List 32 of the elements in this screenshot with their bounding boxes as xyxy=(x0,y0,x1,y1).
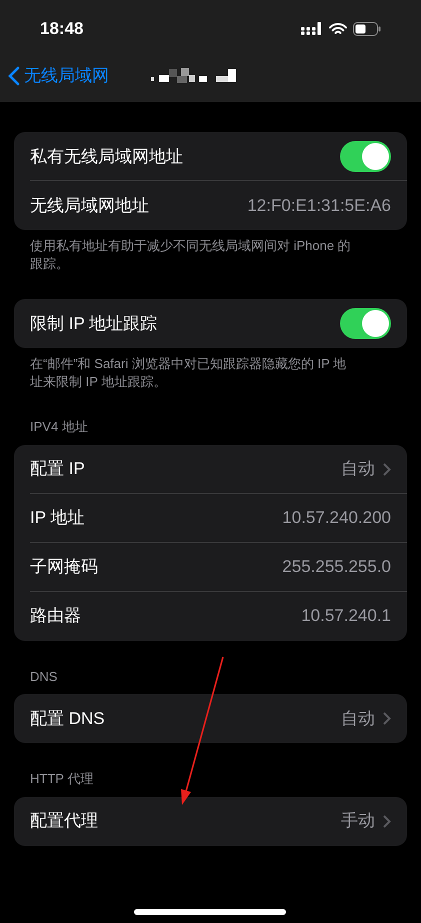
signal-icon xyxy=(301,22,323,36)
row-label: 配置代理 xyxy=(30,810,98,832)
row-value: 12:F0:E1:31:5E:A6 xyxy=(247,194,391,217)
row-value: 手动 xyxy=(341,810,375,832)
row-label: 路由器 xyxy=(30,605,81,628)
wifi-icon xyxy=(329,22,347,36)
back-button[interactable]: 无线局域网 xyxy=(8,63,109,89)
row-label: 限制 IP 地址跟踪 xyxy=(30,312,158,335)
row-label: 无线局域网地址 xyxy=(30,194,149,217)
section-header: DNS xyxy=(29,668,58,686)
row-value: 自动 xyxy=(341,458,375,480)
toggle-switch[interactable] xyxy=(340,141,391,172)
row-value: 10.57.240.200 xyxy=(282,507,391,530)
section-footer: 使用私有地址有助于减少不同无线局域网间对 iPhone 的跟踪。 xyxy=(14,237,407,273)
chevron-right-icon xyxy=(383,814,391,828)
section-header: HTTP 代理 xyxy=(29,770,94,788)
toggle-switch[interactable] xyxy=(340,308,391,339)
battery-icon xyxy=(353,22,381,36)
row-label: IP 地址 xyxy=(30,507,84,530)
row-label: 配置 DNS xyxy=(30,708,105,730)
status-time: 18:48 xyxy=(40,18,84,40)
row-value: 自动 xyxy=(341,708,375,730)
row-label: 配置 IP xyxy=(30,458,85,480)
chevron-left-icon xyxy=(8,66,20,86)
chevron-right-icon xyxy=(383,712,391,725)
row-label: 私有无线局域网地址 xyxy=(30,146,183,168)
row-label: 子网掩码 xyxy=(30,556,98,578)
chevron-right-icon xyxy=(383,462,391,476)
section-header: IPV4 地址 xyxy=(29,418,89,436)
row-value: 255.255.255.0 xyxy=(282,556,391,578)
row-value: 10.57.240.1 xyxy=(301,605,391,628)
section-footer: 在“邮件”和 Safari 浏览器中对已知跟踪器隐藏您的 IP 地址来限制 IP 地址跟踪。 xyxy=(14,355,407,391)
